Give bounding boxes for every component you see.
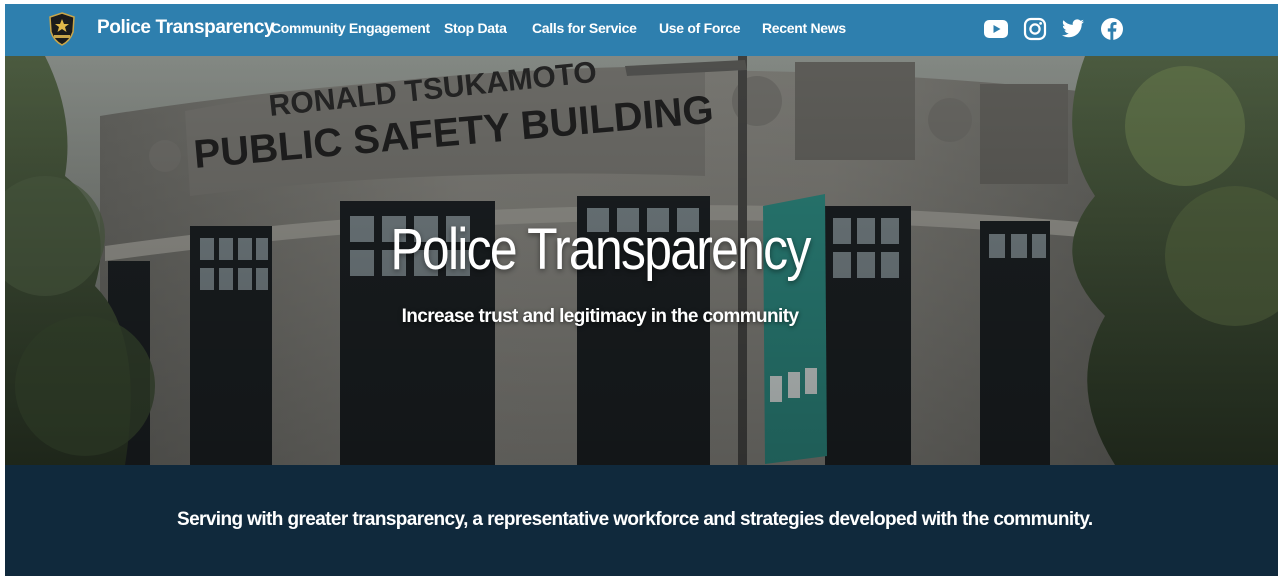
brand-title[interactable]: Police Transparency bbox=[97, 17, 275, 39]
mission-band: Serving with greater transparency, a rep… bbox=[5, 465, 1278, 576]
twitter-icon[interactable] bbox=[1059, 15, 1087, 43]
page-frame: Police Transparency Community Engagement… bbox=[5, 4, 1278, 576]
facebook-icon[interactable] bbox=[1098, 15, 1126, 43]
top-navbar: Police Transparency Community Engagement… bbox=[5, 4, 1278, 56]
nav-recent-news[interactable]: Recent News bbox=[762, 20, 846, 36]
nav-community-engagement[interactable]: Community Engagement bbox=[271, 20, 430, 36]
nav-stop-data[interactable]: Stop Data bbox=[444, 20, 507, 36]
youtube-icon[interactable] bbox=[982, 15, 1010, 43]
nav-use-of-force[interactable]: Use of Force bbox=[659, 20, 741, 36]
mission-statement: Serving with greater transparency, a rep… bbox=[177, 509, 1093, 530]
nav-calls-for-service[interactable]: Calls for Service bbox=[532, 20, 637, 36]
police-badge-logo[interactable] bbox=[47, 12, 77, 46]
hero-subtitle: Increase trust and legitimacy in the com… bbox=[401, 306, 799, 327]
hero-banner: RONALD TSUKAMOTO PUBLIC SAFETY BUILDING bbox=[5, 56, 1278, 465]
instagram-icon[interactable] bbox=[1021, 15, 1049, 43]
hero-title: Police Transparency bbox=[390, 217, 811, 282]
